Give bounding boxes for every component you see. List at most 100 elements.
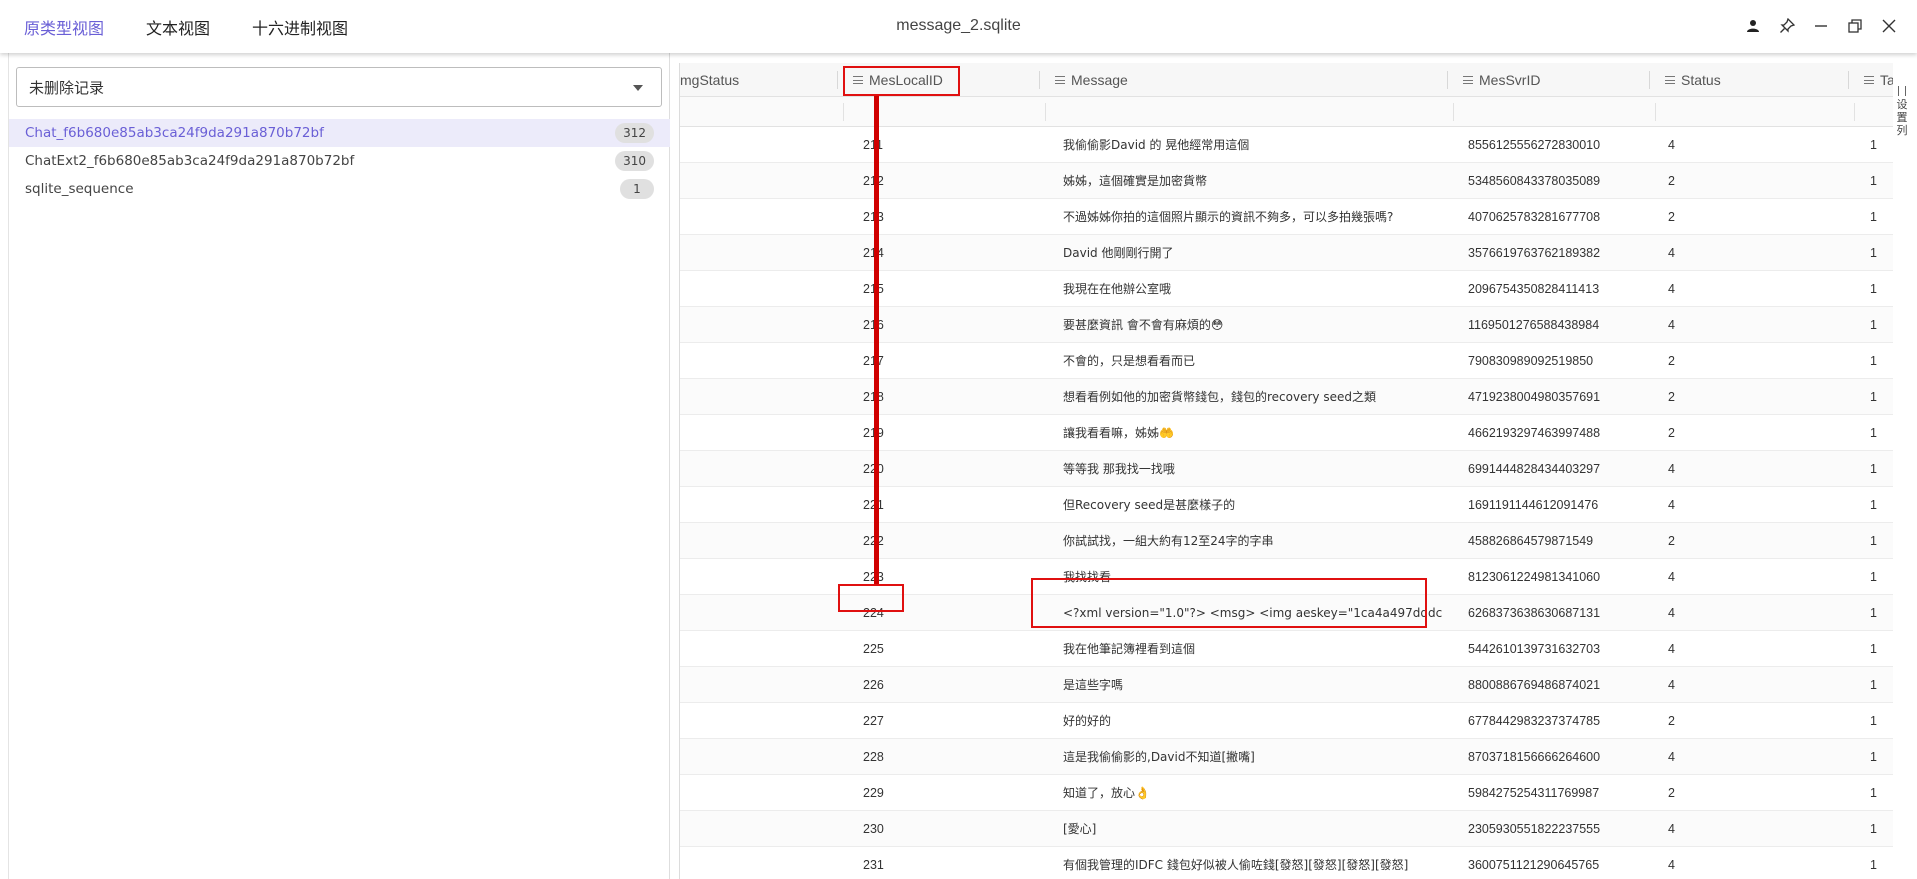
column-header-msgstatus[interactable]: mgStatus <box>680 63 739 97</box>
cell-meslocalid[interactable]: 213 <box>863 199 884 234</box>
cell-ta[interactable]: 1 <box>1870 307 1877 342</box>
cell-status[interactable]: 4 <box>1668 811 1675 846</box>
table-row[interactable]: 221 但Recovery seed是甚麼樣子的 16911911446120914… <box>680 487 1893 523</box>
cell-message[interactable]: 等等我 那我找一找哦 <box>1063 451 1443 486</box>
cell-meslocalid[interactable]: 220 <box>863 451 884 486</box>
cell-message[interactable]: 我在他筆記簿裡看到這個 <box>1063 631 1443 666</box>
cell-meslocalid[interactable]: 214 <box>863 235 884 270</box>
cell-meslocalid[interactable]: 217 <box>863 343 884 378</box>
cell-status[interactable]: 4 <box>1668 847 1675 879</box>
cell-status[interactable]: 2 <box>1668 775 1675 810</box>
cell-ta[interactable]: 1 <box>1870 631 1877 666</box>
column-resizer[interactable] <box>1649 71 1650 89</box>
table-list-item[interactable]: Chat_f6b680e85ab3ca24f9da291a870b72bf 31… <box>9 119 670 147</box>
column-resizer[interactable] <box>837 71 838 89</box>
cell-meslocalid[interactable]: 215 <box>863 271 884 306</box>
table-row[interactable]: 211 我偷偷影David 的 晃他經常用這個 855612555627283001… <box>680 127 1893 163</box>
cell-ta[interactable]: 1 <box>1870 271 1877 306</box>
cell-meslocalid[interactable]: 229 <box>863 775 884 810</box>
column-resizer[interactable] <box>1848 71 1849 89</box>
table-row[interactable]: 227 好的好的 6778442983237374785 2 1 <box>680 703 1893 739</box>
cell-status[interactable]: 4 <box>1668 739 1675 774</box>
cell-messvrid[interactable]: 5984275254311769987 <box>1468 775 1599 810</box>
column-header-message[interactable]: Message <box>1055 63 1128 97</box>
column-menu-icon[interactable] <box>1665 76 1675 84</box>
cell-ta[interactable]: 1 <box>1870 595 1877 630</box>
table-row[interactable]: 228 這是我偷偷影的,David不知道[撇嘴] 87037181566662646… <box>680 739 1893 775</box>
cell-status[interactable]: 2 <box>1668 379 1675 414</box>
cell-messvrid[interactable]: 6778442983237374785 <box>1468 703 1600 738</box>
cell-message[interactable]: <?xml version="1.0"?> <msg> <img aeskey=… <box>1063 595 1443 630</box>
column-settings-button[interactable]: 设置列 <box>1893 86 1911 166</box>
column-header-meslocalid[interactable]: MesLocalID <box>853 63 943 97</box>
cell-messvrid[interactable]: 790830989092519850 <box>1468 343 1593 378</box>
cell-status[interactable]: 2 <box>1668 163 1675 198</box>
table-row[interactable]: 226 是這些字嗎 8800886769486874021 4 1 <box>680 667 1893 703</box>
table-row[interactable]: 229 知道了，放心👌 5984275254311769987 2 1 <box>680 775 1893 811</box>
cell-message[interactable]: David 他剛剛行開了 <box>1063 235 1443 270</box>
cell-meslocalid[interactable]: 228 <box>863 739 884 774</box>
cell-messvrid[interactable]: 1691191144612091476 <box>1468 487 1598 522</box>
minimize-icon[interactable] <box>1811 14 1831 38</box>
table-row[interactable]: 224 <?xml version="1.0"?> <msg> <img aesk… <box>680 595 1893 631</box>
cell-meslocalid[interactable]: 226 <box>863 667 884 702</box>
cell-ta[interactable]: 1 <box>1870 379 1877 414</box>
table-row[interactable]: 214 David 他剛剛行開了 3576619763762189382 4 1 <box>680 235 1893 271</box>
cell-message[interactable]: 要甚麼資訊 會不會有麻煩的😳 <box>1063 307 1443 342</box>
cell-message[interactable]: 不過姊姊你拍的這個照片顯示的資訊不夠多，可以多拍幾張嗎? <box>1063 199 1443 234</box>
cell-ta[interactable]: 1 <box>1870 163 1877 198</box>
tab-hex-view[interactable]: 十六进制视图 <box>252 15 348 39</box>
cell-ta[interactable]: 1 <box>1870 487 1877 522</box>
cell-status[interactable]: 4 <box>1668 271 1675 306</box>
cell-meslocalid[interactable]: 223 <box>863 559 884 594</box>
column-resizer[interactable] <box>1039 71 1040 89</box>
cell-message[interactable]: 有個我管理的IDFC 錢包好似被人偷咗錢[發怒][發怒][發怒][發怒] <box>1063 847 1443 879</box>
cell-messvrid[interactable]: 5442610139731632703 <box>1468 631 1600 666</box>
cell-message[interactable]: 這是我偷偷影的,David不知道[撇嘴] <box>1063 739 1443 774</box>
tab-raw-type-view[interactable]: 原类型视图 <box>24 15 104 39</box>
cell-meslocalid[interactable]: 230 <box>863 811 884 846</box>
cell-message[interactable]: 但Recovery seed是甚麼樣子的 <box>1063 487 1443 522</box>
cell-messvrid[interactable]: 4070625783281677708 <box>1468 199 1600 234</box>
cell-status[interactable]: 4 <box>1668 559 1675 594</box>
table-row[interactable]: 218 想看看例如他的加密貨幣錢包，錢包的recovery seed之類 47192… <box>680 379 1893 415</box>
column-resizer[interactable] <box>1447 71 1448 89</box>
cell-status[interactable]: 4 <box>1668 631 1675 666</box>
cell-status[interactable]: 2 <box>1668 199 1675 234</box>
cell-ta[interactable]: 1 <box>1870 739 1877 774</box>
cell-ta[interactable]: 1 <box>1870 235 1877 270</box>
cell-messvrid[interactable]: 4662193297463997488 <box>1468 415 1600 450</box>
table-row[interactable]: 216 要甚麼資訊 會不會有麻煩的😳 1169501276588438984 4 1 <box>680 307 1893 343</box>
table-row[interactable]: 215 我現在在他辦公室哦 2096754350828411413 4 1 <box>680 271 1893 307</box>
cell-meslocalid[interactable]: 224 <box>863 595 884 630</box>
record-filter-select[interactable]: 未删除记录 <box>16 67 662 107</box>
cell-status[interactable]: 2 <box>1668 703 1675 738</box>
table-row[interactable]: 213 不過姊姊你拍的這個照片顯示的資訊不夠多，可以多拍幾張嗎? 407062578… <box>680 199 1893 235</box>
table-row[interactable]: 225 我在他筆記簿裡看到這個 5442610139731632703 4 1 <box>680 631 1893 667</box>
cell-message[interactable]: 想看看例如他的加密貨幣錢包，錢包的recovery seed之類 <box>1063 379 1443 414</box>
cell-status[interactable]: 4 <box>1668 235 1675 270</box>
tab-text-view[interactable]: 文本视图 <box>146 15 210 39</box>
restore-icon[interactable] <box>1845 14 1865 38</box>
cell-messvrid[interactable]: 6991444828434403297 <box>1468 451 1600 486</box>
cell-status[interactable]: 4 <box>1668 667 1675 702</box>
cell-ta[interactable]: 1 <box>1870 343 1877 378</box>
cell-meslocalid[interactable]: 219 <box>863 415 884 450</box>
cell-messvrid[interactable]: 3576619763762189382 <box>1468 235 1600 270</box>
cell-message[interactable]: 好的好的 <box>1063 703 1443 738</box>
cell-status[interactable]: 4 <box>1668 307 1675 342</box>
cell-meslocalid[interactable]: 227 <box>863 703 884 738</box>
column-menu-icon[interactable] <box>1463 76 1473 84</box>
table-row[interactable]: 212 姊姊，這個確實是加密貨幣 5348560843378035089 2 1 <box>680 163 1893 199</box>
cell-messvrid[interactable]: 458826864579871549 <box>1468 523 1593 558</box>
cell-messvrid[interactable]: 8703718156666264600 <box>1468 739 1600 774</box>
table-row[interactable]: 223 我找找看 8123061224981341060 4 1 <box>680 559 1893 595</box>
cell-meslocalid[interactable]: 211 <box>863 127 883 162</box>
cell-meslocalid[interactable]: 218 <box>863 379 884 414</box>
cell-ta[interactable]: 1 <box>1870 523 1877 558</box>
cell-messvrid[interactable]: 8556125556272830010 <box>1468 127 1600 162</box>
cell-meslocalid[interactable]: 225 <box>863 631 884 666</box>
cell-message[interactable]: 是這些字嗎 <box>1063 667 1443 702</box>
cell-messvrid[interactable]: 6268373638630687131 <box>1468 595 1600 630</box>
close-icon[interactable] <box>1879 14 1899 38</box>
